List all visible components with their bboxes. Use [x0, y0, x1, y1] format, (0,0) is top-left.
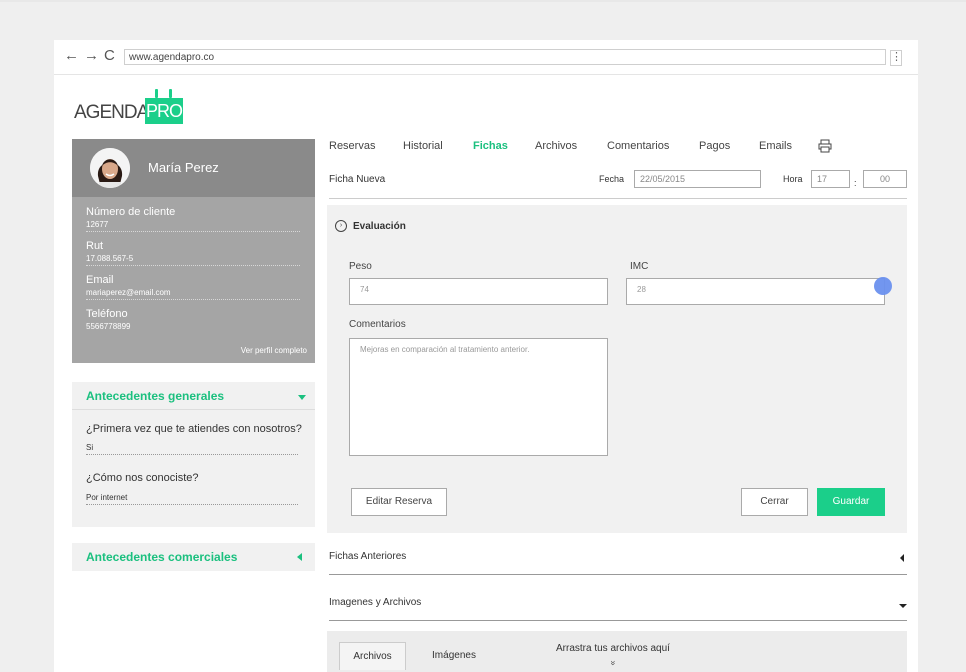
minute-input[interactable]: 00	[863, 170, 907, 188]
tab-comentarios[interactable]: Comentarios	[607, 140, 669, 152]
client-number-label: Número de cliente	[86, 206, 176, 218]
evaluation-panel: › Evaluación Peso 74 IMC 28 Comentarios …	[327, 205, 907, 533]
client-number-value: 12677	[86, 220, 109, 229]
back-arrow-icon[interactable]: ←	[64, 48, 79, 64]
expand-caret-icon[interactable]	[297, 553, 302, 561]
collapse-caret-icon[interactable]	[298, 395, 306, 400]
edit-reservation-button[interactable]: Editar Reserva	[351, 488, 447, 516]
email-label: Email	[86, 274, 114, 286]
referral-question: ¿Cómo nos conociste?	[86, 472, 199, 484]
general-background-title[interactable]: Antecedentes generales	[86, 389, 224, 403]
expand-caret-icon[interactable]	[900, 554, 904, 562]
evaluation-title[interactable]: Evaluación	[353, 221, 406, 232]
rut-field: Rut 17.088.567-5	[86, 240, 300, 266]
tab-files[interactable]: Archivos	[339, 642, 406, 670]
time-separator: :	[854, 178, 857, 188]
save-button[interactable]: Guardar	[817, 488, 885, 516]
imc-input[interactable]: 28	[626, 278, 885, 305]
client-name: María Perez	[148, 160, 219, 175]
weight-label: Peso	[349, 261, 372, 272]
client-profile-card: María Perez Número de cliente 12677 Rut …	[72, 139, 315, 363]
browser-toolbar: ← → C www.agendapro.co ⋮	[54, 40, 918, 75]
images-files-label[interactable]: Imagenes y Archivos	[329, 597, 421, 608]
close-button[interactable]: Cerrar	[741, 488, 808, 516]
new-record-label: Ficha Nueva	[329, 174, 386, 185]
previous-records-section[interactable]: Fichas Anteriores	[329, 546, 907, 575]
rut-label: Rut	[86, 240, 104, 252]
forward-arrow-icon[interactable]: →	[84, 48, 99, 64]
rut-value: 17.088.567-5	[86, 254, 134, 263]
comments-label: Comentarios	[349, 319, 406, 330]
first-visit-answer: Si	[86, 442, 298, 455]
phone-field: Teléfono 5566778899	[86, 308, 300, 333]
hour-label: Hora	[783, 174, 803, 184]
general-background-card: Antecedentes generales ¿Primera vez que …	[72, 382, 315, 527]
chevron-circle-icon[interactable]: ›	[335, 220, 347, 232]
browser-window: ← → C www.agendapro.co ⋮ AGENDA PRO Marí…	[54, 40, 918, 672]
tab-archivos[interactable]: Archivos	[535, 140, 577, 152]
drop-zone-label[interactable]: Arrastra tus archivos aquí	[556, 643, 670, 654]
weight-input[interactable]: 74	[349, 278, 608, 305]
tab-reservas[interactable]: Reservas	[329, 140, 375, 152]
top-strip	[0, 0, 966, 2]
commercial-background-title[interactable]: Antecedentes comerciales	[86, 550, 237, 564]
imc-label: IMC	[630, 261, 649, 272]
avatar	[90, 148, 130, 188]
client-number-field: Número de cliente 12677	[86, 206, 300, 232]
referral-answer: Por internet	[86, 492, 298, 505]
date-label: Fecha	[599, 174, 625, 184]
cursor-indicator	[874, 277, 892, 295]
new-record-row: Ficha Nueva Fecha 22/05/2015 Hora 17 : 0…	[329, 170, 907, 199]
phone-value: 5566778899	[86, 322, 131, 331]
profile-header: María Perez	[72, 139, 315, 197]
collapse-caret-icon[interactable]	[899, 604, 907, 608]
upload-area: Archivos Imágenes Arrastra tus archivos …	[327, 631, 907, 672]
reload-icon[interactable]: C	[104, 48, 115, 64]
tab-pagos[interactable]: Pagos	[699, 140, 730, 152]
browser-menu-icon[interactable]: ⋮	[890, 50, 902, 66]
previous-records-label[interactable]: Fichas Anteriores	[329, 551, 406, 562]
tab-historial[interactable]: Historial	[403, 140, 443, 152]
phone-label: Teléfono	[86, 308, 128, 320]
first-visit-question: ¿Primera vez que te atiendes con nosotro…	[86, 423, 302, 435]
logo-agenda-text: AGENDA	[74, 102, 149, 123]
tab-fichas[interactable]: Fichas	[473, 140, 508, 152]
view-full-profile-link[interactable]: Ver perfil completo	[241, 346, 307, 355]
date-input[interactable]: 22/05/2015	[634, 170, 761, 188]
double-chevron-down-icon: »	[608, 660, 619, 666]
hour-input[interactable]: 17	[811, 170, 850, 188]
commercial-background-card[interactable]: Antecedentes comerciales	[72, 543, 315, 571]
email-field: Email mariaperez@email.com	[86, 274, 300, 300]
email-value: mariaperez@email.com	[86, 288, 171, 297]
tab-images[interactable]: Imágenes	[419, 642, 489, 670]
address-bar[interactable]: www.agendapro.co	[124, 49, 886, 65]
divider	[72, 409, 315, 410]
logo-pro-text: PRO	[145, 98, 183, 124]
comments-textarea[interactable]: Mejoras en comparación al tratamiento an…	[349, 338, 608, 456]
print-icon[interactable]	[818, 139, 832, 156]
tab-emails[interactable]: Emails	[759, 140, 792, 152]
images-files-section[interactable]: Imagenes y Archivos	[329, 592, 907, 621]
